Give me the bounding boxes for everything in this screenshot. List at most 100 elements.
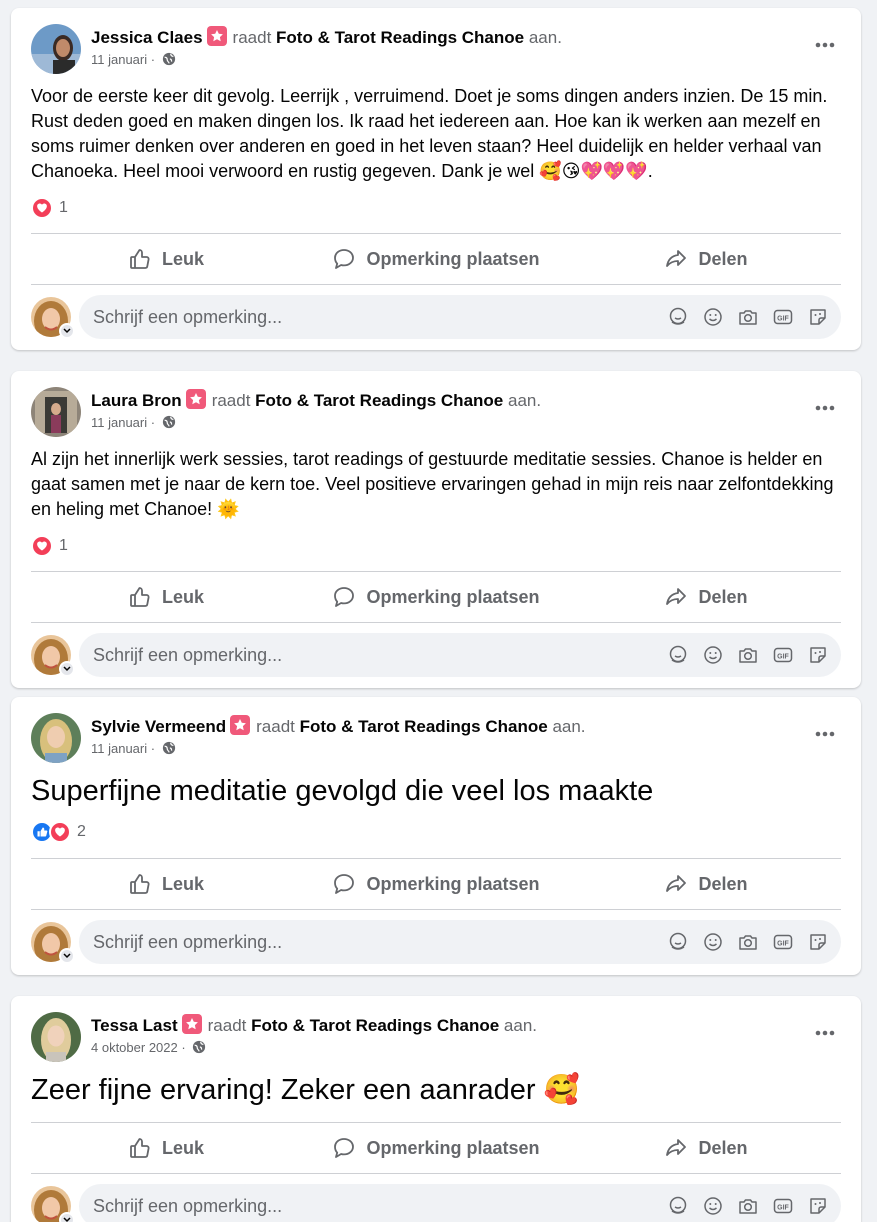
comment-input[interactable] — [93, 295, 653, 339]
post-text: Voor de eerste keer dit gevolg. Leerrijk… — [31, 86, 828, 181]
like-button[interactable]: Leuk — [31, 572, 301, 622]
avatar-sticker-icon[interactable] — [667, 306, 689, 328]
author-name[interactable]: Laura Bron — [91, 391, 182, 410]
share-icon — [666, 1139, 687, 1156]
comment-button[interactable]: Opmerking plaatsen — [301, 234, 571, 284]
sticker-icon[interactable] — [807, 644, 829, 666]
post-header: Jessica Claes raadt Foto & Tarot Readings… — [31, 22, 831, 74]
more-options-icon[interactable] — [810, 35, 840, 55]
author-avatar[interactable] — [31, 24, 81, 74]
emoji-icon[interactable] — [702, 306, 724, 328]
sticker-icon[interactable] — [807, 306, 829, 328]
page-link[interactable]: Foto & Tarot Readings Chanoe — [300, 717, 548, 736]
reaction-count: 2 — [77, 823, 86, 840]
share-button[interactable]: Delen — [571, 1123, 841, 1173]
post-date[interactable]: 11 januari — [91, 741, 147, 756]
share-button[interactable]: Delen — [571, 572, 841, 622]
review-card: Sylvie Vermeend raadt Foto & Tarot Readin… — [11, 697, 861, 975]
date-separator: · — [147, 741, 156, 756]
camera-icon[interactable] — [737, 306, 759, 328]
action-bar: Leuk Opmerking plaatsen Delen — [31, 571, 841, 623]
reaction-summary[interactable]: 2 — [31, 820, 86, 844]
comment-button[interactable]: Opmerking plaatsen — [301, 1123, 571, 1173]
action-bar: Leuk Opmerking plaatsen Delen — [31, 1122, 841, 1174]
post-date[interactable]: 4 oktober 2022 — [91, 1040, 178, 1055]
emoji-icon[interactable] — [702, 644, 724, 666]
my-avatar[interactable] — [31, 1186, 75, 1222]
my-avatar[interactable] — [31, 297, 75, 339]
my-avatar[interactable] — [31, 922, 75, 964]
comment-icon — [334, 249, 355, 269]
suffix-text: aan. — [528, 28, 562, 47]
heart-icon — [31, 535, 53, 557]
author-avatar[interactable] — [31, 1012, 81, 1062]
avatar-sticker-icon[interactable] — [667, 644, 689, 666]
camera-icon[interactable] — [737, 644, 759, 666]
like-button[interactable]: Leuk — [31, 234, 301, 284]
like-button[interactable]: Leuk — [31, 1123, 301, 1173]
post-date[interactable]: 11 januari — [91, 415, 147, 430]
gif-icon[interactable]: GIF — [772, 306, 794, 328]
my-avatar[interactable] — [31, 635, 75, 677]
comment-box: GIF — [79, 295, 841, 339]
share-icon — [666, 875, 687, 892]
verb-text: raadt — [232, 28, 272, 47]
author-avatar[interactable] — [31, 387, 81, 437]
more-options-icon[interactable] — [810, 1023, 840, 1043]
svg-text:GIF: GIF — [777, 654, 789, 661]
svg-text:GIF: GIF — [777, 1205, 789, 1212]
comment-button[interactable]: Opmerking plaatsen — [301, 859, 571, 909]
camera-icon[interactable] — [737, 1195, 759, 1217]
verb-text: raadt — [207, 1016, 247, 1035]
comment-icon — [334, 874, 355, 894]
share-button[interactable]: Delen — [571, 234, 841, 284]
suffix-text: aan. — [507, 391, 542, 410]
chevron-down-icon[interactable] — [59, 1212, 75, 1222]
comment-input[interactable] — [93, 920, 653, 964]
chevron-down-icon[interactable] — [59, 323, 75, 339]
post-date[interactable]: 11 januari — [91, 52, 147, 67]
chevron-down-icon[interactable] — [59, 661, 75, 677]
like-button[interactable]: Leuk — [31, 859, 301, 909]
post-text: Zeer fijne ervaring! Zeker een aanrader … — [31, 1074, 580, 1106]
author-name[interactable]: Sylvie Vermeend — [91, 717, 226, 736]
post-meta: 11 januari · — [91, 52, 176, 67]
share-label: Delen — [698, 248, 748, 269]
post-header: Laura Bron raadt Foto & Tarot Readings Ch… — [31, 385, 831, 437]
avatar-sticker-icon[interactable] — [667, 1195, 689, 1217]
more-options-icon[interactable] — [810, 724, 840, 744]
share-label: Delen — [698, 873, 748, 894]
comment-input[interactable] — [93, 633, 653, 677]
page-link[interactable]: Foto & Tarot Readings Chanoe — [251, 1016, 499, 1035]
comment-label: Opmerking plaatsen — [366, 586, 540, 607]
review-card: Laura Bron raadt Foto & Tarot Readings Ch… — [11, 371, 861, 688]
comment-button[interactable]: Opmerking plaatsen — [301, 572, 571, 622]
emoji-icon[interactable] — [702, 1195, 724, 1217]
comment-composer: GIF — [31, 920, 841, 964]
thumbs-up-icon — [130, 1138, 150, 1158]
reaction-summary[interactable]: 1 — [31, 196, 68, 220]
gif-icon[interactable]: GIF — [772, 1195, 794, 1217]
reaction-summary[interactable]: 1 — [31, 534, 68, 558]
comment-input[interactable] — [93, 1184, 653, 1222]
sticker-icon[interactable] — [807, 931, 829, 953]
more-options-icon[interactable] — [810, 398, 840, 418]
date-separator: · — [177, 1040, 186, 1055]
emoji-icon[interactable] — [702, 931, 724, 953]
thumbs-up-icon — [130, 249, 150, 269]
gif-icon[interactable]: GIF — [772, 931, 794, 953]
avatar-sticker-icon[interactable] — [667, 931, 689, 953]
share-icon — [666, 250, 687, 267]
author-name[interactable]: Jessica Claes — [91, 28, 203, 47]
sticker-icon[interactable] — [807, 1195, 829, 1217]
page-link[interactable]: Foto & Tarot Readings Chanoe — [255, 391, 503, 410]
gif-icon[interactable]: GIF — [772, 644, 794, 666]
camera-icon[interactable] — [737, 931, 759, 953]
post-text: Superfijne meditatie gevolgd die veel lo… — [31, 775, 654, 807]
author-name[interactable]: Tessa Last — [91, 1016, 178, 1035]
share-button[interactable]: Delen — [571, 859, 841, 909]
author-avatar[interactable] — [31, 713, 81, 763]
page-link[interactable]: Foto & Tarot Readings Chanoe — [276, 28, 524, 47]
chevron-down-icon[interactable] — [59, 948, 75, 964]
reaction-count: 1 — [59, 199, 68, 216]
